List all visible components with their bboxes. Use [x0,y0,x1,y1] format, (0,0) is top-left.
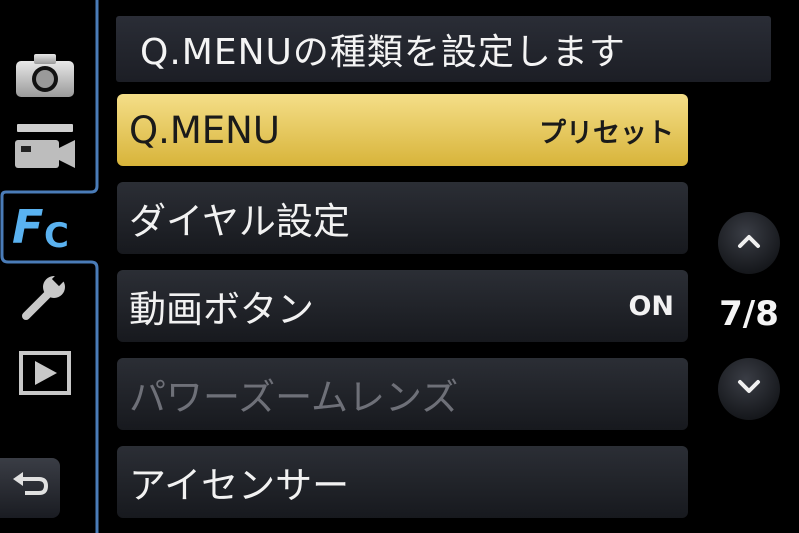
menu-item-dial-settings[interactable]: ダイヤル設定 [117,182,688,254]
tab-recording[interactable] [10,46,80,104]
page-up-button[interactable] [718,212,780,274]
return-button[interactable] [0,458,60,518]
camera-icon [14,51,76,99]
menu-item-value: プリセット [539,117,674,149]
wrench-icon [20,272,70,322]
tab-custom[interactable]: F C [10,196,80,254]
menu-item-label: パワーズームレンズ [129,376,459,419]
menu-item-label: アイセンサー [129,464,350,507]
chevron-down-icon [737,379,761,399]
custom-fc-icon: F C [10,197,80,253]
tab-motion-picture[interactable] [10,118,80,176]
svg-text:F: F [12,200,43,253]
menu-item-label: Q.MENU [129,108,280,152]
movie-camera-icon [13,122,77,172]
menu-item-video-button[interactable]: 動画ボタン ON [117,270,688,342]
menu-item-label: 動画ボタン [129,288,314,331]
menu-item-power-zoom-lens: パワーズームレンズ [117,358,688,430]
playback-icon [19,351,71,395]
menu-item-eye-sensor[interactable]: アイセンサー [117,446,688,518]
menu-tab-strip: F C [0,0,100,533]
page-indicator: 7/8 [719,294,779,334]
svg-text:C: C [44,216,69,253]
menu-item-q-menu[interactable]: Q.MENU プリセット [117,94,688,166]
menu-item-value: ON [628,290,674,322]
menu-item-label: ダイヤル設定 [129,200,350,243]
tab-playback[interactable] [10,344,80,402]
chevron-up-icon [737,233,761,253]
page-down-button[interactable] [718,358,780,420]
page-title: Q.MENUの種類を設定します [116,16,771,82]
return-arrow-icon [11,471,49,505]
tab-setup[interactable] [10,268,80,326]
